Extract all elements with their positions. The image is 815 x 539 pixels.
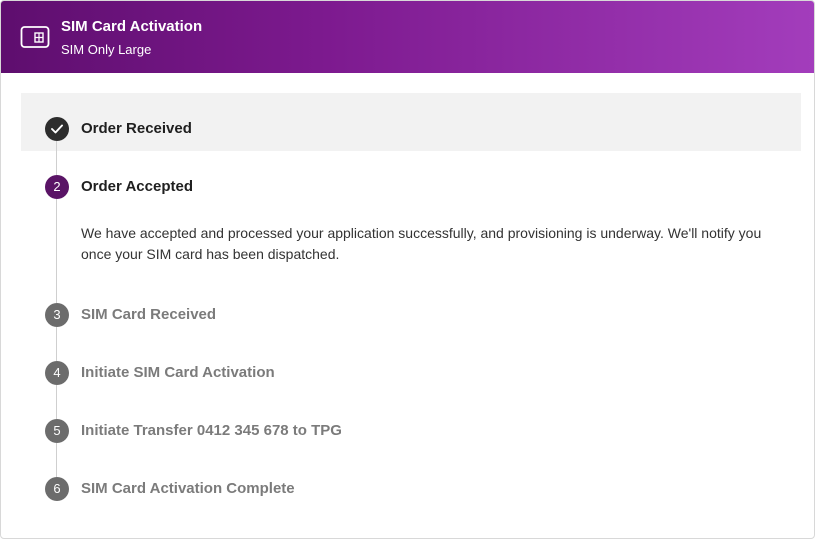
step-6-label: SIM Card Activation Complete [81, 480, 295, 497]
step-connector [56, 385, 57, 419]
step-2-marker: 2 [45, 175, 69, 199]
step-6-marker: 6 [45, 477, 69, 501]
step-2-label: Order Accepted [81, 178, 193, 195]
step-2-description: We have accepted and processed your appl… [81, 225, 762, 262]
page-title: SIM Card Activation [61, 18, 203, 35]
step-3-label: SIM Card Received [81, 306, 217, 323]
checkmark-icon [51, 124, 63, 134]
step-5-label: Initiate Transfer 0412 345 678 to TPG [81, 422, 342, 439]
activation-header: SIM Card Activation SIM Only Large [1, 1, 814, 73]
step-connector [56, 443, 57, 477]
step-connector [56, 327, 57, 361]
sim-card-icon [20, 25, 50, 49]
activation-card: SIM Card Activation SIM Only Large Order… [0, 0, 815, 539]
step-connector [56, 141, 57, 175]
step-4-label: Initiate SIM Card Activation [81, 364, 275, 381]
step-5-marker: 5 [45, 419, 69, 443]
step-4-marker: 4 [45, 361, 69, 385]
step-1-label: Order Received [81, 120, 192, 137]
plan-name: SIM Only Large [61, 42, 152, 57]
step-1-marker [45, 117, 69, 141]
step-3-marker: 3 [45, 303, 69, 327]
step-connector [56, 199, 57, 303]
